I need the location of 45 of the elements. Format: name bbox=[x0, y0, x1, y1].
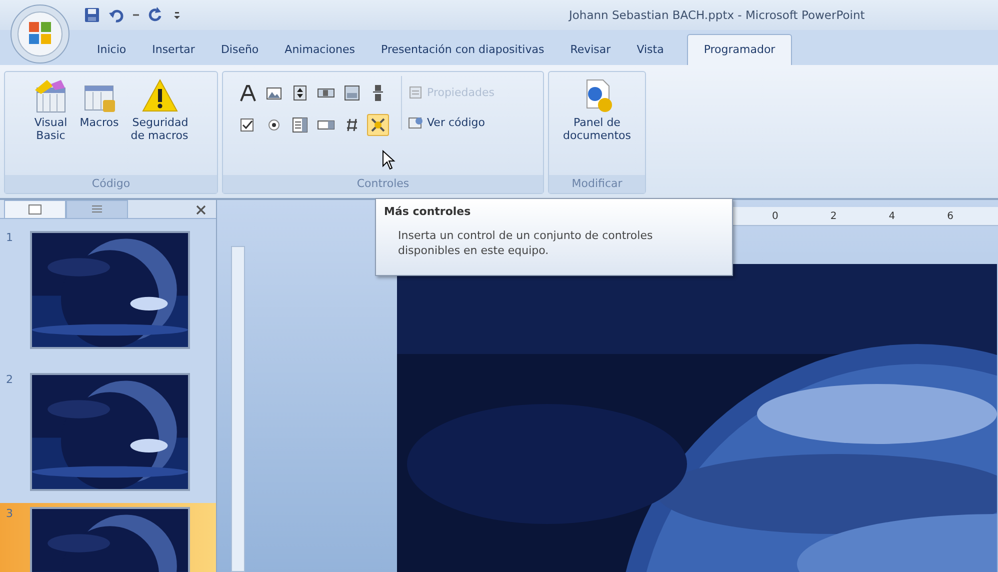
frame-icon bbox=[343, 84, 361, 102]
slide-number: 3 bbox=[6, 507, 14, 520]
save-icon[interactable] bbox=[84, 7, 100, 23]
panel-tab[interactable] bbox=[4, 200, 66, 218]
undo-icon[interactable] bbox=[108, 7, 124, 23]
ribbon-button[interactable]: Panel de documentos bbox=[562, 116, 632, 142]
slide-number: 2 bbox=[6, 373, 14, 386]
control-button[interactable] bbox=[237, 82, 259, 104]
ribbon-tab[interactable]: Programador bbox=[686, 34, 792, 65]
cursor-icon bbox=[382, 150, 396, 170]
command-button[interactable]: Ver código bbox=[408, 114, 494, 130]
group-label: Modificar bbox=[549, 175, 645, 193]
slide-thumbnail-row[interactable]: 1 bbox=[0, 219, 216, 361]
ruler-number: 4 bbox=[888, 210, 896, 222]
ribbon-tab[interactable]: Animaciones bbox=[272, 35, 368, 65]
panel-tab[interactable] bbox=[66, 200, 128, 218]
warning-icon bbox=[142, 78, 178, 114]
ribbon-tab[interactable]: Revisar bbox=[557, 35, 624, 65]
ribbon-button[interactable]: Macros bbox=[78, 116, 120, 129]
group-label: Código bbox=[5, 175, 217, 193]
ribbon-button[interactable]: Seguridad de macros bbox=[130, 116, 190, 142]
letter-icon bbox=[239, 84, 257, 102]
ribbon-tab[interactable]: Inicio bbox=[84, 35, 140, 65]
ruler-number: 2 bbox=[830, 210, 837, 222]
spin-icon bbox=[291, 84, 309, 102]
group-label: Controles bbox=[223, 175, 543, 193]
ribbon-tab[interactable]: Presentación con diapositivas bbox=[368, 35, 558, 65]
tooltip-title: Más controles bbox=[384, 205, 471, 218]
control-button[interactable] bbox=[367, 114, 389, 136]
tooltip-text: Inserta un control de un conjunto de controles disponibles en este equipo. bbox=[398, 228, 654, 258]
slides-icon[interactable] bbox=[27, 202, 43, 218]
properties-icon bbox=[408, 84, 424, 100]
list-icon bbox=[291, 116, 309, 134]
slide-number: 1 bbox=[6, 231, 14, 244]
slide-thumbnail-row[interactable]: 2 bbox=[0, 361, 216, 503]
window-title: Johann Sebastian BACH.pptx - Microsoft PowerPoint bbox=[569, 8, 865, 22]
tools-icon bbox=[369, 116, 387, 134]
ribbon-button[interactable]: Visual Basic bbox=[33, 116, 68, 142]
ribbon-tab[interactable]: Insertar bbox=[139, 35, 208, 65]
close-icon[interactable] bbox=[196, 205, 206, 215]
ribbon-tab[interactable]: Diseño bbox=[208, 35, 272, 65]
redo-icon[interactable] bbox=[148, 7, 164, 23]
ruler-number: 0 bbox=[772, 210, 778, 222]
ribbon-tab[interactable]: Vista bbox=[624, 35, 677, 65]
ruler-number: 6 bbox=[947, 210, 954, 222]
